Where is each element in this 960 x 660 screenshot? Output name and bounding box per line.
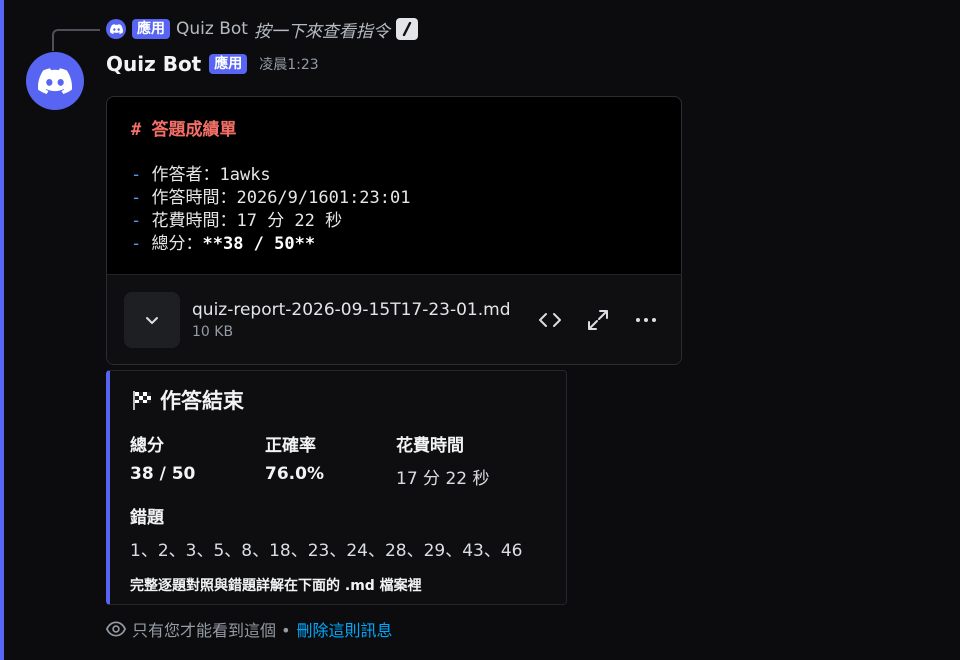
bot-avatar[interactable] bbox=[26, 52, 84, 110]
bot-mini-avatar bbox=[106, 19, 126, 39]
embed-footer-note: 完整逐題對照與錯題詳解在下面的 .md 檔案裡 bbox=[130, 578, 422, 594]
embed-title: 作答結束 bbox=[130, 385, 566, 415]
file-footer: quiz-report-2026-09-15T17-23-01.md 10 KB bbox=[107, 274, 681, 364]
checkered-flag-icon bbox=[133, 391, 151, 410]
result-embed: 作答結束 總分 38 / 50 正確率 76.0% 花費時間 17 分 22 秒… bbox=[106, 370, 567, 605]
fullscreen-icon[interactable] bbox=[585, 307, 611, 333]
field-time: 花費時間 17 分 22 秒 bbox=[396, 436, 490, 489]
chevron-down-icon bbox=[146, 317, 158, 324]
field-accuracy: 正確率 76.0% bbox=[265, 436, 324, 484]
eye-icon bbox=[106, 621, 126, 637]
file-name-link[interactable]: quiz-report-2026-09-15T17-23-01.md bbox=[192, 300, 537, 320]
slash-command-icon bbox=[395, 18, 418, 40]
preview-heading: # 答題成績單 bbox=[131, 120, 237, 140]
dismiss-message-link[interactable]: 刪除這則訊息 bbox=[297, 617, 393, 641]
more-options-icon[interactable] bbox=[633, 307, 659, 333]
ephemeral-text: 只有您才能看到這個 • bbox=[132, 621, 291, 640]
app-badge: 應用 bbox=[209, 54, 248, 74]
reply-bot-name[interactable]: Quiz Bot bbox=[176, 19, 248, 39]
field-score: 總分 38 / 50 bbox=[130, 436, 196, 484]
timestamp[interactable]: 凌晨1:23 bbox=[259, 54, 318, 74]
message-highlight-bar bbox=[0, 0, 4, 660]
preview-line: - 花費時間：17 分 22 秒 bbox=[131, 211, 343, 231]
preview-line: - 總分：**38 / 50** bbox=[131, 234, 316, 254]
field-wrong-questions: 錯題 1、2、3、5、8、18、23、24、28、29、43、46 bbox=[130, 508, 523, 561]
file-attachment: # 答題成績單 - 作答者：1awks - 作答時間：2026/9/1601:2… bbox=[106, 96, 682, 365]
ephemeral-notice: 只有您才能看到這個 • 刪除這則訊息 bbox=[106, 617, 393, 641]
reply-command-hint[interactable]: 按一下來查看指令 bbox=[254, 17, 390, 42]
view-source-icon[interactable] bbox=[537, 307, 563, 333]
message-header: Quiz Bot 應用 凌晨1:23 bbox=[106, 52, 319, 76]
expand-preview-button[interactable] bbox=[124, 292, 180, 348]
preview-line: - 作答者：1awks bbox=[131, 165, 271, 185]
command-reply[interactable]: 應用 Quiz Bot 按一下來查看指令 bbox=[106, 16, 418, 42]
username[interactable]: Quiz Bot bbox=[106, 52, 201, 76]
reply-connector bbox=[52, 29, 100, 51]
file-size: 10 KB bbox=[192, 324, 234, 340]
file-preview[interactable]: # 答題成績單 - 作答者：1awks - 作答時間：2026/9/1601:2… bbox=[107, 97, 681, 292]
preview-line: - 作答時間：2026/9/1601:23:01 bbox=[131, 188, 411, 208]
app-badge: 應用 bbox=[132, 19, 170, 39]
